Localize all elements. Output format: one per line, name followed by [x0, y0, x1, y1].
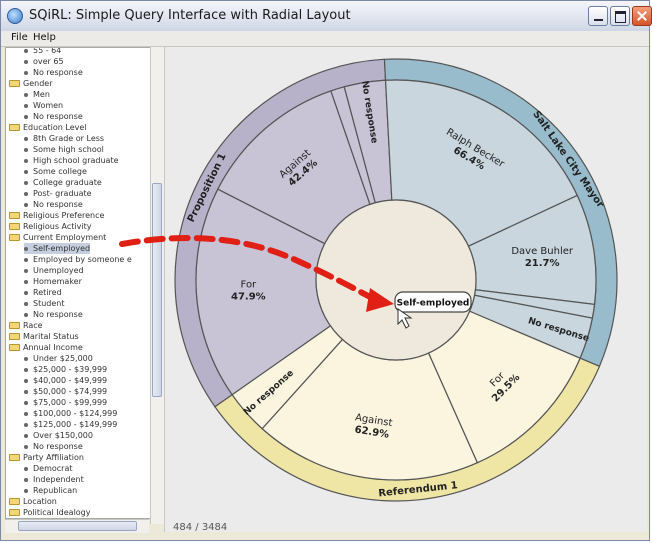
segment-percent: 21.7%: [525, 258, 560, 269]
segment-label: Dave Buhler: [511, 246, 574, 257]
segment-percent: 47.9%: [231, 291, 266, 302]
segment-label: For: [241, 279, 258, 290]
radial-layout: Proposition 1 Salt Lake City MayorReferen…: [119, 58, 618, 502]
drop-chip-label: Self-employed: [397, 299, 470, 309]
